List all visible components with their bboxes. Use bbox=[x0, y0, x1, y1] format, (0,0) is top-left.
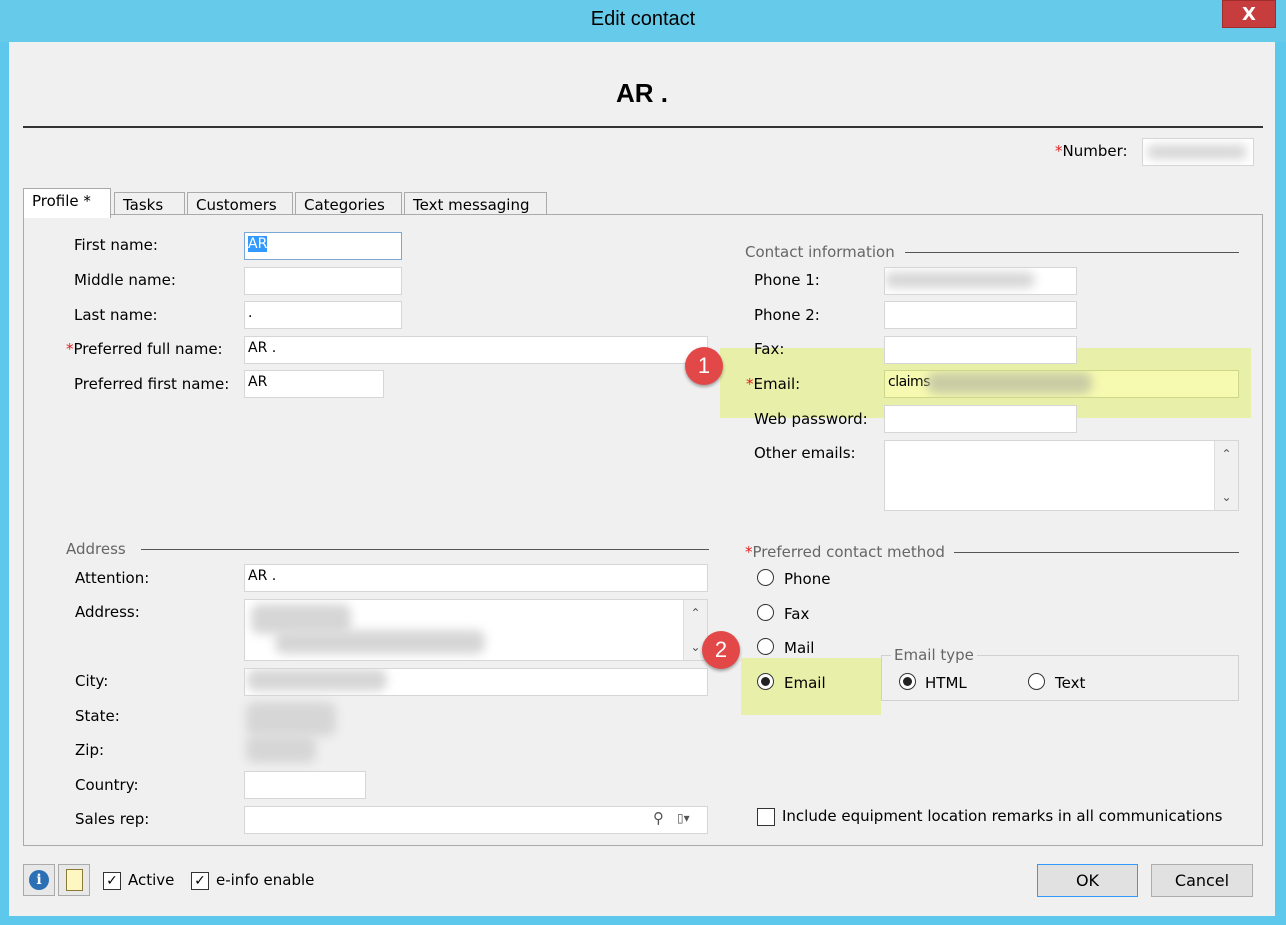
title-bar: Edit contact X bbox=[0, 0, 1286, 42]
redacted-phone1 bbox=[885, 272, 1035, 288]
active-checkbox[interactable]: ✓ bbox=[103, 872, 121, 890]
redacted-number bbox=[1147, 145, 1247, 159]
radio-phone-label: Phone bbox=[784, 570, 831, 588]
fax-field[interactable] bbox=[884, 336, 1077, 364]
state-label: State: bbox=[75, 707, 120, 725]
attention-label: Attention: bbox=[75, 569, 150, 587]
include-remarks-label: Include equipment location remarks in al… bbox=[782, 807, 1223, 825]
radio-email-label: Email bbox=[784, 674, 826, 692]
annotation-badge-1: 1 bbox=[685, 347, 723, 385]
close-icon: X bbox=[1242, 4, 1256, 25]
notes-button[interactable] bbox=[58, 864, 90, 896]
search-icon[interactable]: ⚲ bbox=[653, 809, 664, 827]
attention-field[interactable]: AR . bbox=[244, 564, 708, 592]
fax-label: Fax: bbox=[754, 340, 785, 358]
scroll-up-icon[interactable]: ⌃ bbox=[1215, 443, 1238, 465]
radio-fax[interactable] bbox=[757, 604, 774, 621]
checkmark-icon: ✓ bbox=[106, 873, 118, 889]
einfo-checkbox[interactable]: ✓ bbox=[191, 872, 209, 890]
first-name-label: First name: bbox=[74, 236, 158, 254]
city-field[interactable] bbox=[244, 668, 708, 696]
radio-email-html-label: HTML bbox=[925, 674, 967, 692]
einfo-label: e-info enable bbox=[216, 871, 315, 889]
phone2-field[interactable] bbox=[884, 301, 1077, 329]
redacted-email bbox=[927, 372, 1092, 394]
city-label: City: bbox=[75, 672, 109, 690]
info-button[interactable]: i bbox=[23, 864, 55, 896]
contact-info-divider bbox=[905, 252, 1239, 253]
other-emails-scrollbar[interactable]: ⌃ ⌄ bbox=[1214, 441, 1238, 510]
annotation-badge-2: 2 bbox=[702, 631, 740, 669]
redacted-city bbox=[247, 669, 387, 691]
heading-divider bbox=[23, 126, 1263, 128]
preferred-full-name-label: *Preferred full name: bbox=[66, 340, 223, 358]
radio-mail[interactable] bbox=[757, 638, 774, 655]
close-button[interactable]: X bbox=[1222, 0, 1276, 28]
number-field[interactable] bbox=[1142, 138, 1254, 166]
contact-heading: AR . bbox=[616, 78, 668, 108]
radio-phone[interactable] bbox=[757, 569, 774, 586]
profile-panel bbox=[23, 214, 1263, 846]
preferred-first-name-label: Preferred first name: bbox=[74, 375, 230, 393]
radio-email-html[interactable] bbox=[899, 673, 916, 690]
checkmark-icon: ✓ bbox=[194, 873, 206, 889]
email-type-title: Email type bbox=[891, 646, 977, 664]
preferred-full-name-field[interactable]: AR . bbox=[244, 336, 708, 364]
other-emails-label: Other emails: bbox=[754, 444, 856, 462]
phone2-label: Phone 2: bbox=[754, 306, 820, 324]
preferred-first-name-field[interactable]: AR bbox=[244, 370, 384, 398]
sales-rep-field[interactable]: ⚲ ▯▾ bbox=[244, 806, 708, 834]
phone1-field[interactable] bbox=[884, 267, 1077, 295]
zip-label: Zip: bbox=[75, 741, 105, 759]
window-title: Edit contact bbox=[590, 8, 696, 30]
last-name-field[interactable]: . bbox=[244, 301, 402, 329]
preferred-contact-group-title: *Preferred contact method bbox=[745, 543, 945, 561]
web-password-label: Web password: bbox=[754, 410, 868, 428]
radio-fax-label: Fax bbox=[784, 605, 810, 623]
email-label: *Email: bbox=[746, 375, 801, 393]
web-password-field[interactable] bbox=[884, 405, 1077, 433]
middle-name-label: Middle name: bbox=[74, 271, 176, 289]
ok-button[interactable]: OK bbox=[1037, 864, 1138, 897]
country-field[interactable] bbox=[244, 771, 366, 799]
scroll-down-icon[interactable]: ⌄ bbox=[1215, 486, 1238, 508]
radio-email[interactable] bbox=[757, 673, 774, 690]
number-label: *Number: bbox=[1055, 142, 1128, 160]
scroll-up-icon[interactable]: ⌃ bbox=[684, 602, 707, 624]
address-label: Address: bbox=[75, 603, 140, 621]
active-label: Active bbox=[128, 871, 175, 889]
radio-email-text[interactable] bbox=[1028, 673, 1045, 690]
other-emails-field[interactable]: ⌃ ⌄ bbox=[884, 440, 1239, 511]
contact-info-group-title: Contact information bbox=[745, 243, 895, 261]
last-name-label: Last name: bbox=[74, 306, 158, 324]
sales-rep-label: Sales rep: bbox=[75, 810, 150, 828]
tab-profile[interactable]: Profile * bbox=[23, 188, 111, 218]
document-icon bbox=[66, 869, 83, 891]
redacted-address-line2 bbox=[275, 630, 485, 654]
middle-name-field[interactable] bbox=[244, 267, 402, 295]
include-remarks-checkbox[interactable] bbox=[757, 808, 775, 826]
address-field[interactable]: ⌃ ⌄ bbox=[244, 599, 708, 661]
redacted-zip bbox=[246, 735, 316, 763]
email-field[interactable]: claims bbox=[884, 370, 1239, 398]
radio-mail-label: Mail bbox=[784, 639, 815, 657]
redacted-state bbox=[246, 702, 336, 736]
dialog-body: AR . *Number: Profile * Tasks Customers … bbox=[9, 42, 1275, 916]
info-icon: i bbox=[29, 870, 49, 890]
cancel-button[interactable]: Cancel bbox=[1151, 864, 1253, 897]
country-label: Country: bbox=[75, 776, 139, 794]
first-name-field[interactable]: AR bbox=[244, 232, 402, 260]
address-divider bbox=[141, 549, 709, 550]
radio-email-text-label: Text bbox=[1055, 674, 1086, 692]
phone1-label: Phone 1: bbox=[754, 271, 820, 289]
dropdown-icon[interactable]: ▯▾ bbox=[677, 811, 690, 825]
preferred-contact-divider bbox=[954, 552, 1239, 553]
address-group-title: Address bbox=[66, 540, 126, 558]
